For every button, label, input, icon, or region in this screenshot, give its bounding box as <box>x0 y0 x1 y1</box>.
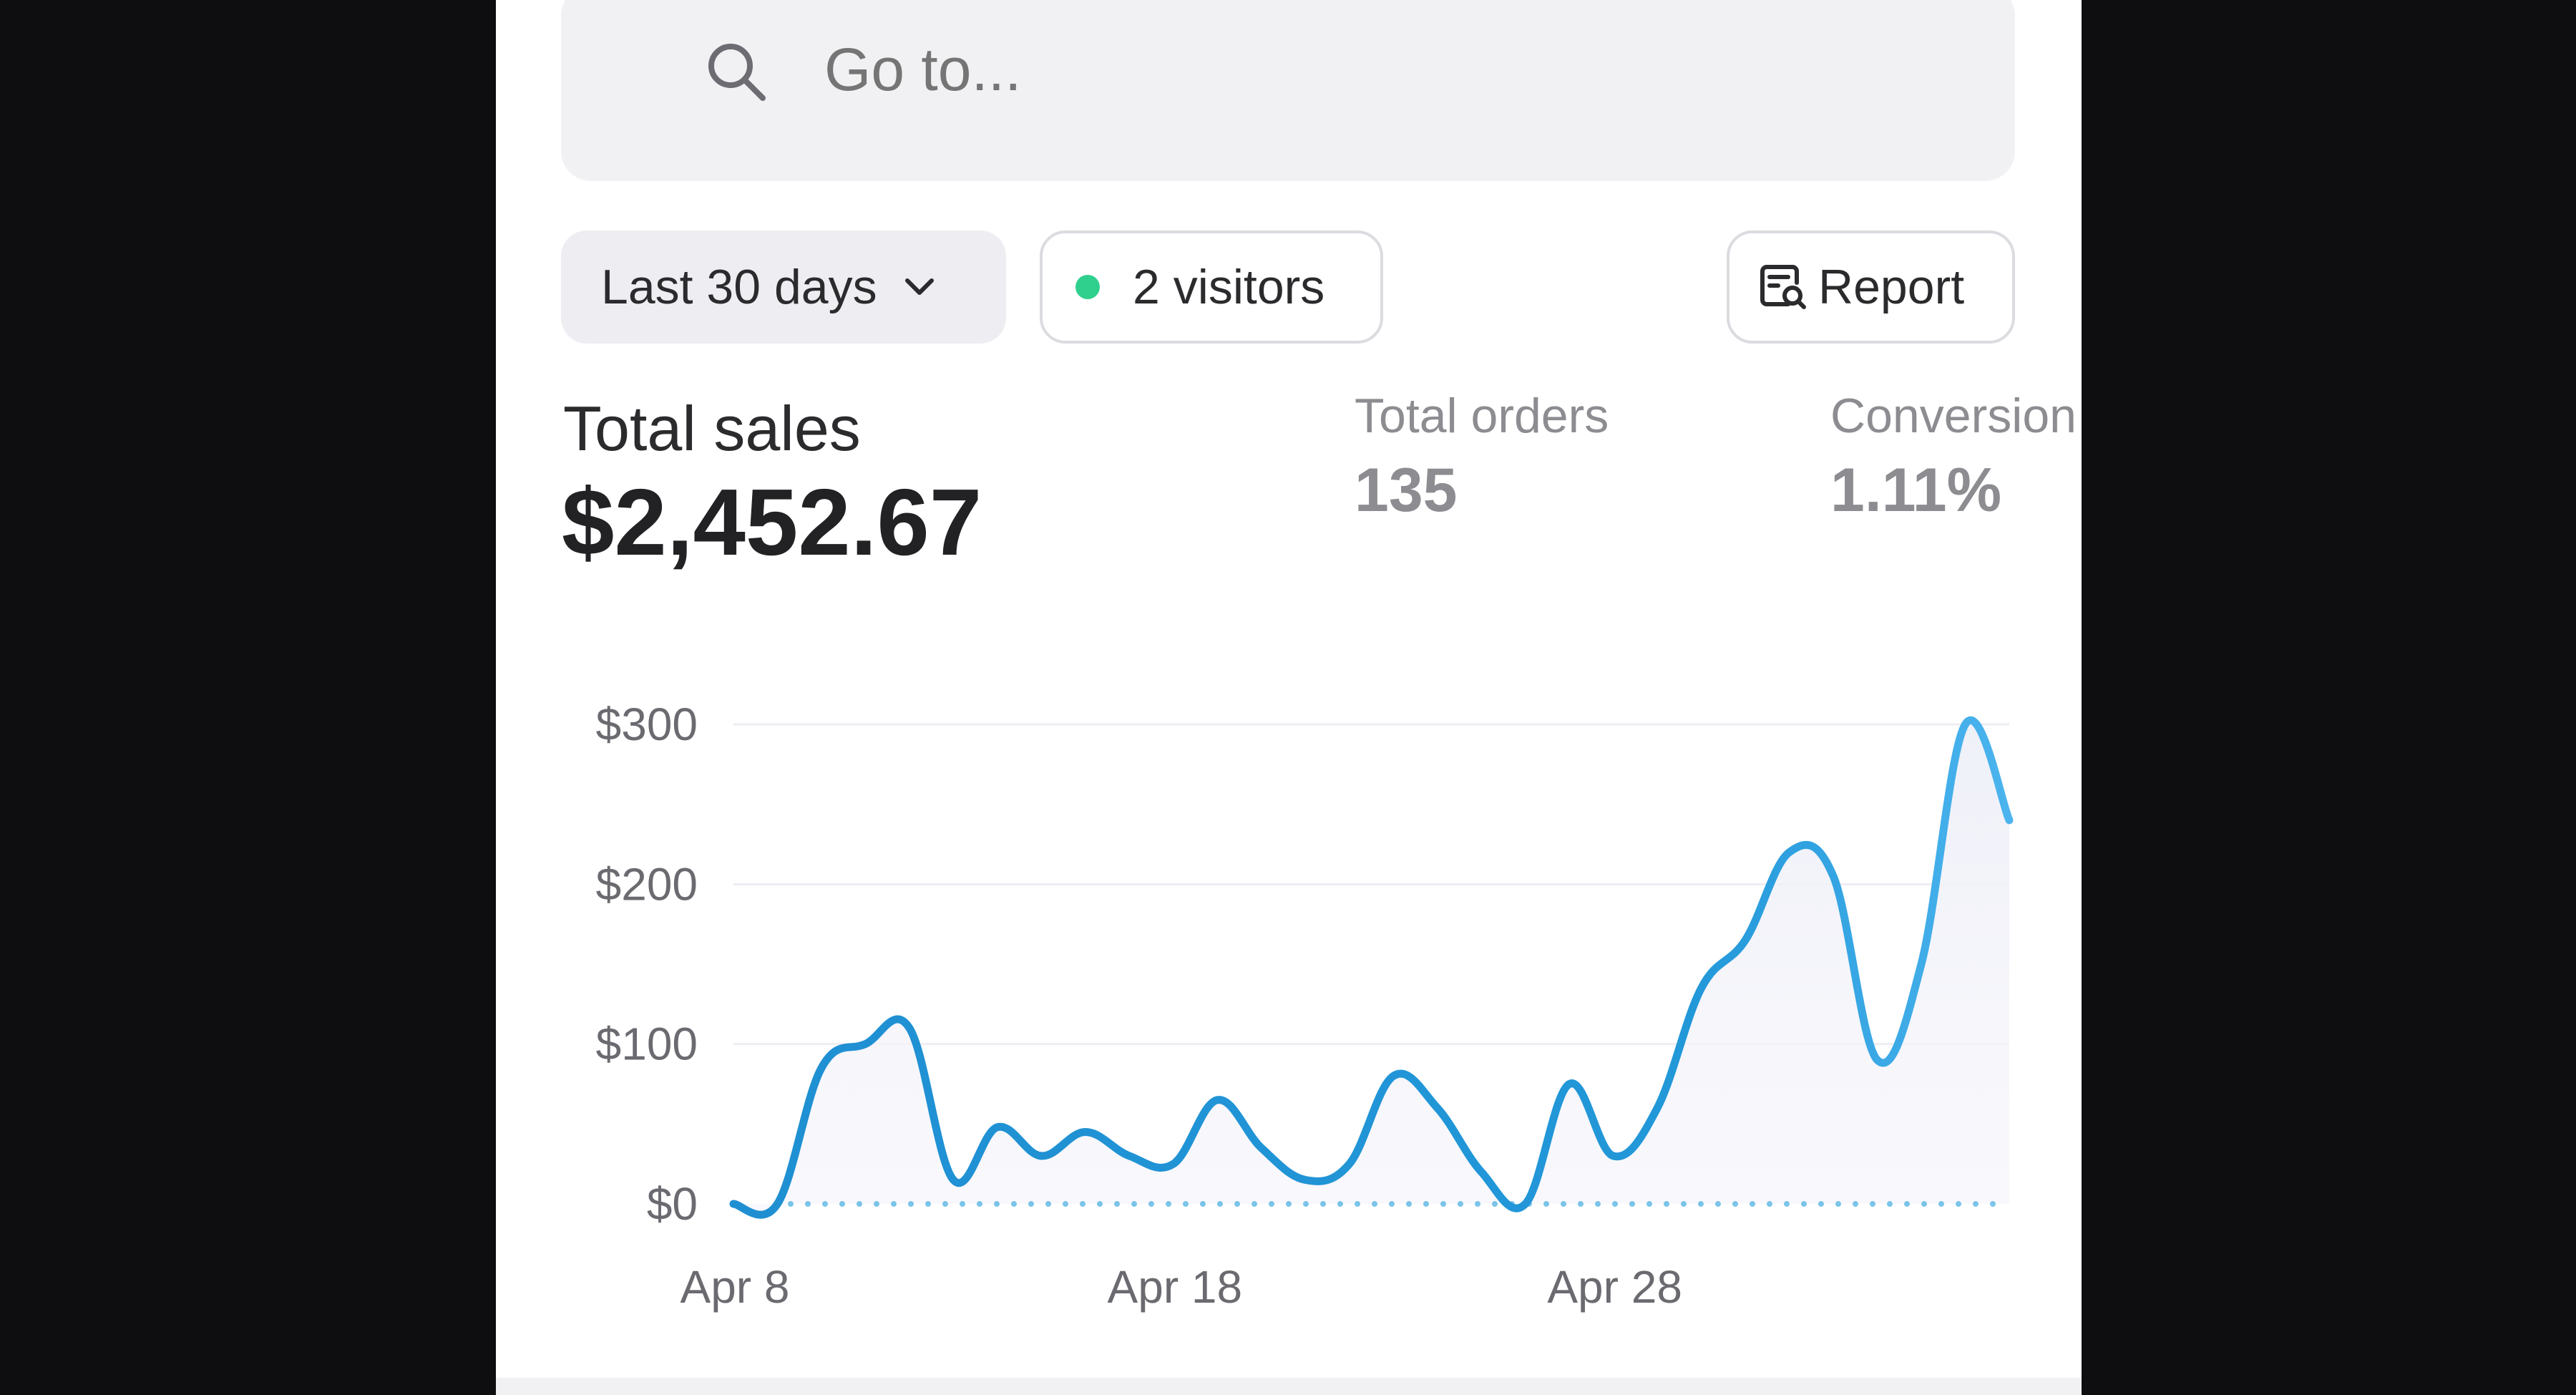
report-button[interactable]: Report <box>1727 230 2015 344</box>
sales-data-point[interactable] <box>817 1064 826 1072</box>
sales-data-point[interactable] <box>1125 1152 1133 1160</box>
date-range-button[interactable]: Last 30 days <box>561 230 1006 344</box>
live-indicator-dot <box>1075 275 1100 299</box>
sales-data-point[interactable] <box>1785 848 1794 857</box>
total-sales-label: Total sales <box>563 393 861 464</box>
sales-data-point[interactable] <box>1389 1071 1397 1080</box>
sales-data-point[interactable] <box>1741 936 1750 945</box>
conversion-value: 1.11% <box>1830 456 2002 525</box>
sales-data-point[interactable] <box>1961 720 1970 729</box>
total-sales-value: $2,452.67 <box>562 470 982 575</box>
sales-data-point[interactable] <box>2005 816 2014 825</box>
y-tick-label: $0 <box>647 1178 698 1230</box>
date-range-label: Last 30 days <box>601 260 877 314</box>
conversion-label[interactable]: Conversion <box>1830 388 2077 444</box>
visitors-label: 2 visitors <box>1133 260 1325 314</box>
x-tick-label: Apr 18 <box>1108 1261 1243 1313</box>
sales-data-point[interactable] <box>993 1123 1002 1132</box>
sales-data-point[interactable] <box>905 1024 914 1032</box>
sales-area-fill <box>733 720 2009 1215</box>
next-card-edge <box>496 1378 2082 1395</box>
sales-data-point[interactable] <box>1081 1128 1090 1137</box>
sales-data-point[interactable] <box>1565 1080 1574 1089</box>
sales-data-point[interactable] <box>861 1040 869 1049</box>
x-tick-label: Apr 8 <box>680 1261 790 1313</box>
sales-data-point[interactable] <box>1257 1144 1266 1152</box>
sales-data-point[interactable] <box>1345 1160 1354 1168</box>
search-bar[interactable] <box>561 0 2015 181</box>
sales-data-point[interactable] <box>1433 1104 1442 1112</box>
sales-data-point[interactable] <box>1521 1200 1530 1208</box>
sales-data-point[interactable] <box>1829 872 1838 880</box>
chevron-down-icon <box>904 278 934 295</box>
app-screen: Last 30 days 2 visitors Report Total sal… <box>496 0 2082 1395</box>
y-tick-label: $200 <box>596 858 698 910</box>
sales-data-point[interactable] <box>1477 1167 1485 1176</box>
live-visitors-button[interactable]: 2 visitors <box>1040 230 1383 344</box>
sales-data-point[interactable] <box>773 1200 781 1208</box>
sales-data-point[interactable] <box>1917 960 1926 968</box>
search-input[interactable] <box>824 30 1898 109</box>
x-tick-label: Apr 28 <box>1547 1261 1682 1313</box>
sales-data-point[interactable] <box>949 1176 957 1185</box>
sales-data-point[interactable] <box>1697 984 1706 993</box>
sales-data-point[interactable] <box>1609 1152 1618 1160</box>
y-tick-label: $100 <box>596 1019 698 1070</box>
sales-data-point[interactable] <box>1653 1104 1662 1112</box>
total-orders-label[interactable]: Total orders <box>1355 388 1609 444</box>
y-tick-label: $300 <box>596 699 698 750</box>
total-orders-value: 135 <box>1355 456 1458 525</box>
sales-data-point[interactable] <box>1873 1056 1882 1064</box>
report-icon <box>1760 265 1806 309</box>
sales-data-point[interactable] <box>1169 1160 1178 1168</box>
search-icon <box>708 44 766 101</box>
sales-data-point[interactable] <box>1301 1176 1309 1185</box>
sales-line-chart[interactable]: $0 $100 $200 $300 Apr 8 Apr 18 Apr 28 <box>496 644 2082 1360</box>
report-label: Report <box>1818 260 1965 314</box>
sales-data-point[interactable] <box>1037 1152 1045 1160</box>
sales-data-point[interactable] <box>729 1200 738 1208</box>
sales-data-point[interactable] <box>1213 1096 1221 1104</box>
